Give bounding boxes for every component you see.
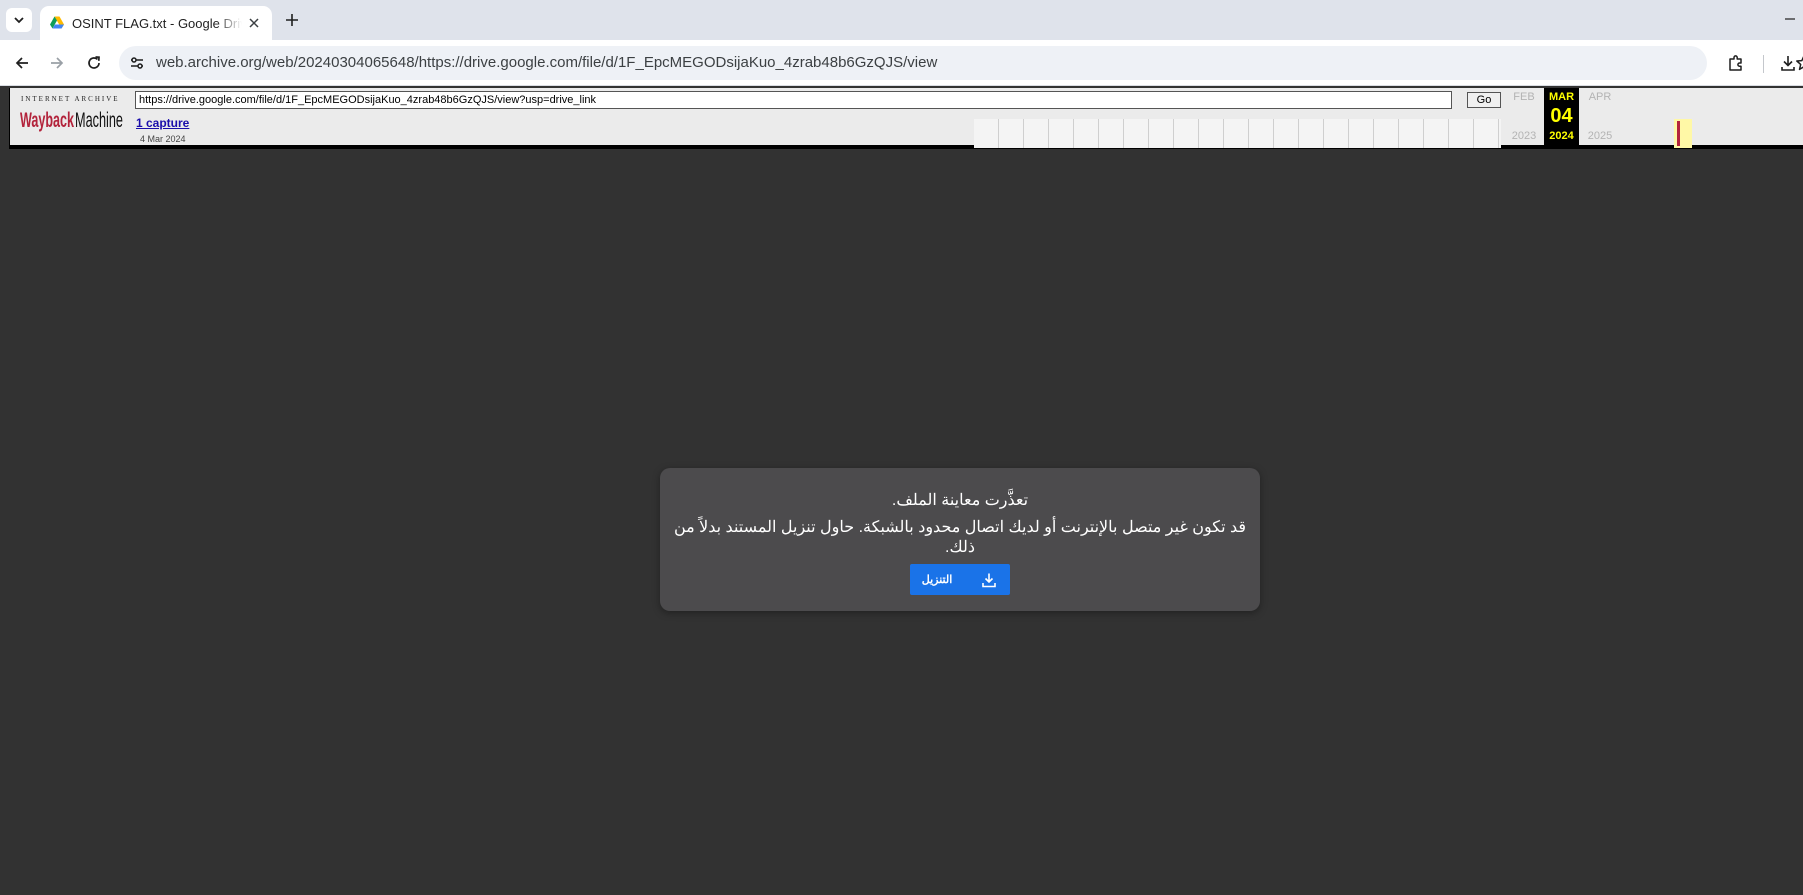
reload-button[interactable] (82, 51, 106, 75)
chevron-down-icon (14, 17, 24, 24)
download-button-label: التنزيل (921, 574, 953, 586)
calendar-next[interactable]: APR 2025 (1582, 88, 1618, 145)
tab-title: OSINT FLAG.txt - Google Drive (72, 15, 242, 33)
downloads-button[interactable] (1776, 51, 1800, 75)
current-month: MAR (1548, 91, 1575, 103)
error-message: قد تكون غير متصل بالإنترنت أو لديك اتصال… (673, 519, 1247, 556)
calendar-current: MAR 04 2024 (1544, 88, 1579, 145)
extensions-button[interactable] (1724, 51, 1748, 75)
close-icon (249, 18, 259, 28)
reload-icon (88, 56, 100, 69)
minimize-button[interactable] (1780, 12, 1800, 26)
capture-date: 4 Mar 2024 (140, 134, 186, 144)
tab-strip: OSINT FLAG.txt - Google Drive (0, 0, 1803, 40)
wayback-toolbar: INTERNET ARCHIVE Wayback Machine https:/… (9, 88, 1803, 149)
google-drive-icon (50, 16, 64, 29)
wayback-go-button[interactable]: Go (1467, 92, 1501, 108)
calendar-prev[interactable]: FEB 2023 (1506, 88, 1542, 145)
wayback-url-input[interactable]: https://drive.google.com/file/d/1F_EpcME… (135, 91, 1452, 109)
prev-year: 2023 (1511, 130, 1537, 142)
current-day: 04 (1550, 105, 1573, 127)
current-year: 2024 (1549, 130, 1574, 142)
plus-icon (286, 14, 298, 26)
forward-button[interactable] (45, 51, 69, 75)
wayback-machine-wordmark: Wayback Machine (20, 109, 123, 132)
tab-close-button[interactable] (246, 15, 262, 31)
sparkline-capture-mark[interactable] (1677, 121, 1680, 146)
internet-archive-label: INTERNET ARCHIVE (21, 95, 120, 103)
toolbar-divider (1763, 55, 1764, 73)
wayback-logo[interactable]: INTERNET ARCHIVE Wayback Machine (20, 95, 124, 135)
active-tab[interactable]: OSINT FLAG.txt - Google Drive (40, 6, 272, 40)
preview-error-dialog: تعذَّرت معاينة الملف. قد تكون غير متصل ب… (660, 468, 1260, 611)
back-button[interactable] (10, 51, 34, 75)
new-tab-button[interactable] (281, 9, 303, 31)
captures-link[interactable]: 1 capture (136, 116, 189, 130)
download-button[interactable]: التنزيل (910, 564, 1010, 595)
drive-preview-area: تعذَّرت معاينة الملف. قد تكون غير متصل ب… (0, 153, 1803, 895)
minimize-icon (1785, 18, 1795, 20)
capture-sparkline[interactable] (974, 119, 1692, 148)
url-text[interactable]: web.archive.org/web/20240304065648/https… (156, 54, 937, 72)
prev-month: FEB (1513, 91, 1535, 103)
forward-arrow-icon (51, 57, 64, 69)
machine-word: Machine (75, 109, 123, 132)
browser-toolbar: web.archive.org/web/20240304065648/https… (0, 40, 1803, 86)
download-icon (980, 571, 998, 589)
next-year: 2025 (1587, 130, 1613, 142)
wayback-word: Wayback (20, 109, 74, 132)
tune-icon (131, 57, 143, 69)
error-title: تعذَّرت معاينة الملف. (891, 492, 1029, 509)
next-month: APR (1588, 91, 1612, 103)
puzzle-icon (1729, 55, 1742, 71)
tab-search-button[interactable] (6, 8, 32, 32)
back-arrow-icon (15, 57, 28, 69)
site-info-button[interactable] (127, 53, 147, 73)
address-bar[interactable]: web.archive.org/web/20240304065648/https… (119, 46, 1803, 80)
download-icon (1781, 56, 1795, 71)
